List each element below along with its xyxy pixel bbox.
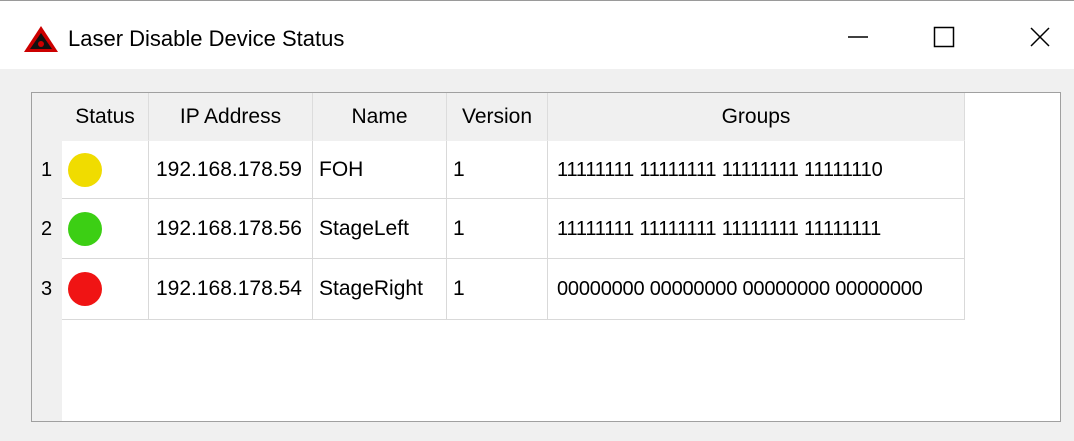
minimize-icon bbox=[848, 36, 868, 38]
laser-warning-icon bbox=[24, 26, 58, 52]
version-cell[interactable]: 1 bbox=[447, 141, 548, 199]
status-cell[interactable] bbox=[62, 199, 149, 259]
device-status-window: Laser Disable Device Status Status IP Ad… bbox=[0, 0, 1074, 441]
name-cell[interactable]: FOH bbox=[313, 141, 447, 199]
column-header-version[interactable]: Version bbox=[447, 93, 548, 141]
status-cell[interactable] bbox=[62, 259, 149, 320]
name-cell[interactable]: StageRight bbox=[313, 259, 447, 320]
name-cell[interactable]: StageLeft bbox=[313, 199, 447, 259]
row-header[interactable]: 1 bbox=[32, 141, 62, 199]
ip-address-cell[interactable]: 192.168.178.59 bbox=[149, 141, 313, 199]
ip-address-cell[interactable]: 192.168.178.56 bbox=[149, 199, 313, 259]
row-header[interactable]: 2 bbox=[32, 199, 62, 259]
window-title: Laser Disable Device Status bbox=[68, 26, 345, 51]
status-indicator-green bbox=[68, 211, 102, 246]
close-button[interactable] bbox=[1012, 15, 1068, 59]
groups-cell[interactable]: 11111111 11111111 11111111 11111111 bbox=[548, 199, 965, 259]
maximize-icon bbox=[933, 26, 955, 48]
title-bar[interactable]: Laser Disable Device Status bbox=[0, 1, 1074, 69]
close-icon bbox=[1030, 27, 1050, 47]
corner-header bbox=[32, 93, 62, 141]
groups-cell[interactable]: 11111111 11111111 11111111 11111110 bbox=[548, 141, 965, 199]
column-header-ip-address[interactable]: IP Address bbox=[149, 93, 313, 141]
ip-address-cell[interactable]: 192.168.178.54 bbox=[149, 259, 313, 320]
groups-cell[interactable]: 00000000 00000000 00000000 00000000 bbox=[548, 259, 965, 320]
minimize-button[interactable] bbox=[830, 15, 886, 59]
version-cell[interactable]: 1 bbox=[447, 259, 548, 320]
status-cell[interactable] bbox=[62, 141, 149, 199]
column-header-name[interactable]: Name bbox=[313, 93, 447, 141]
column-header-groups[interactable]: Groups bbox=[548, 93, 965, 141]
row-header[interactable]: 3 bbox=[32, 259, 62, 320]
device-grid[interactable]: Status IP Address Name Version Groups 1 … bbox=[31, 92, 1061, 422]
status-indicator-red bbox=[68, 272, 102, 306]
maximize-button[interactable] bbox=[916, 15, 972, 59]
status-indicator-yellow bbox=[68, 152, 102, 187]
version-cell[interactable]: 1 bbox=[447, 199, 548, 259]
column-header-status[interactable]: Status bbox=[62, 93, 149, 141]
